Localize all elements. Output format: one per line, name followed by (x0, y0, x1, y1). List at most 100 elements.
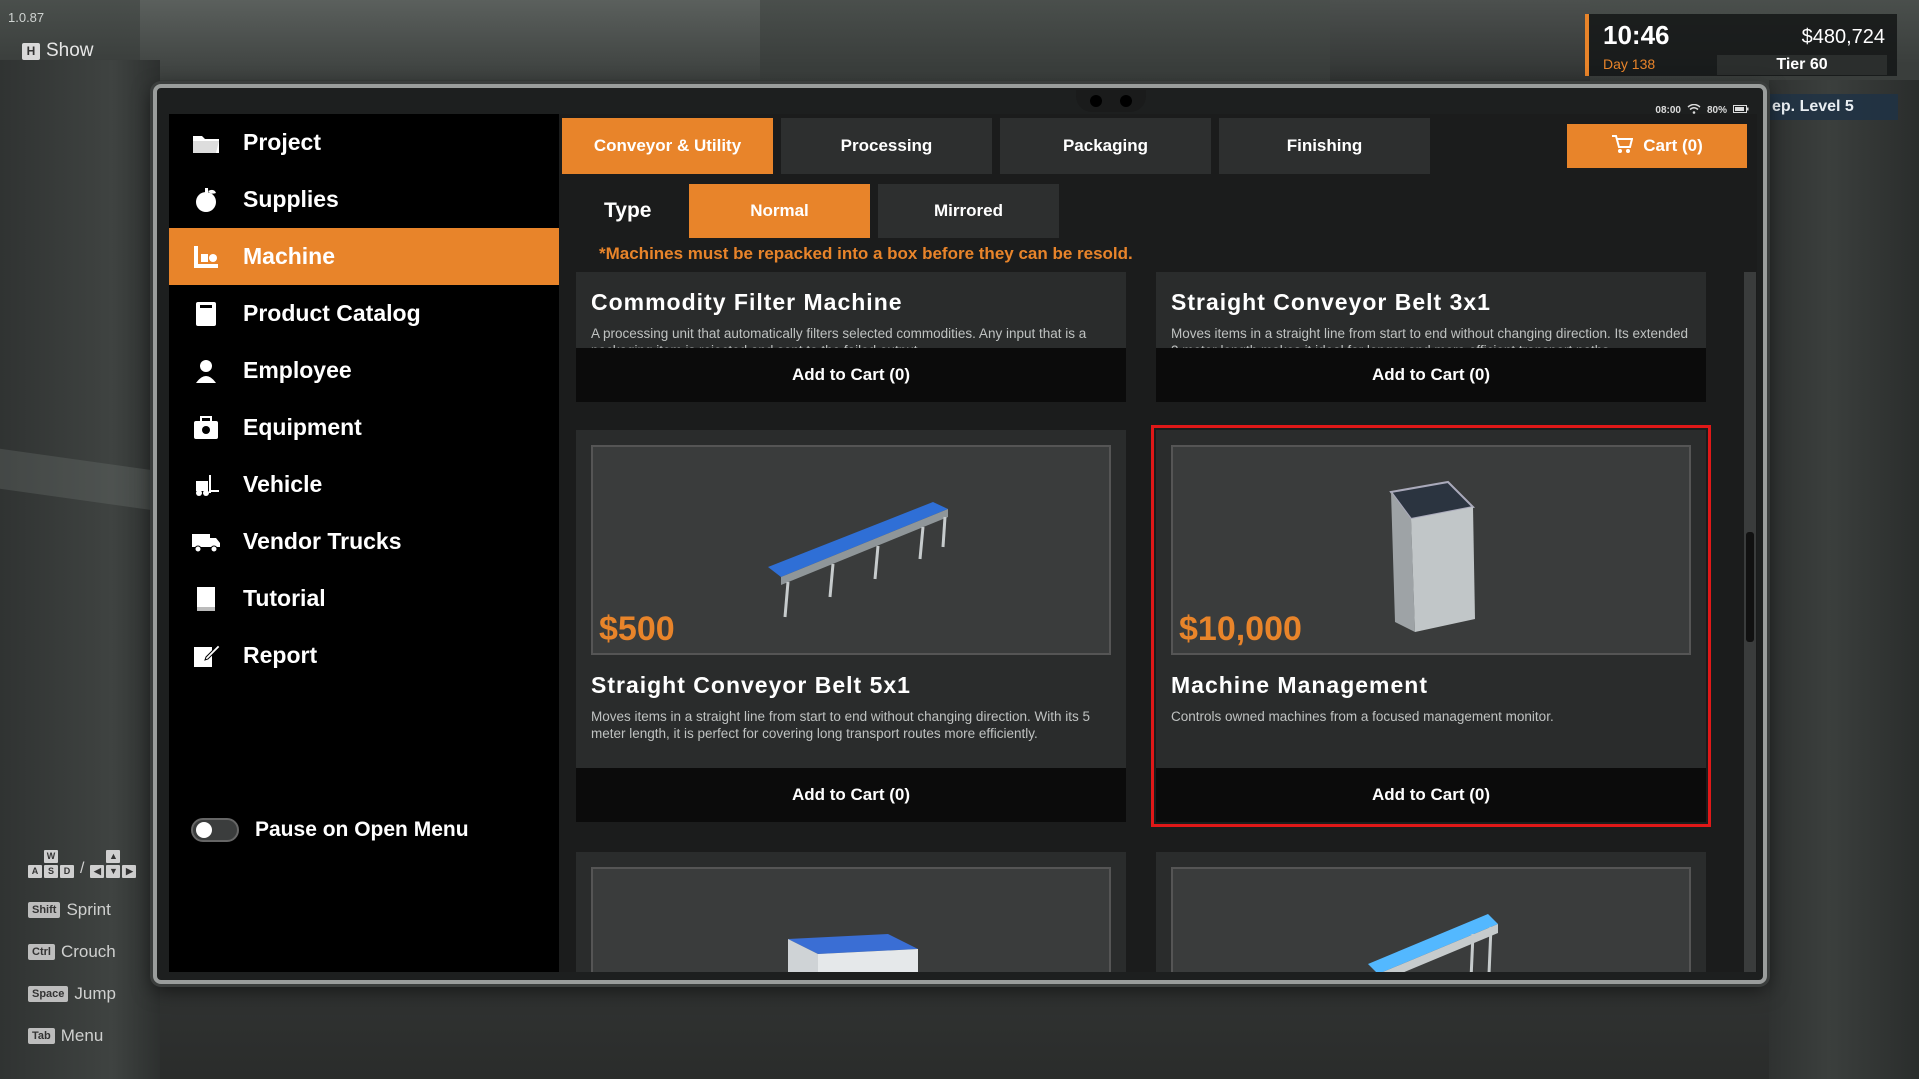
show-hud-toggle[interactable]: H Show (22, 40, 94, 62)
pause-label: Pause on Open Menu (255, 818, 469, 841)
sidebar-item-label: Employee (243, 357, 352, 383)
product-preview: $10,000 (1171, 445, 1691, 655)
apple-icon (191, 185, 221, 215)
sidebar-item-product-catalog[interactable]: Product Catalog (169, 285, 559, 342)
camera-notch (1076, 90, 1146, 112)
product-title: Straight Conveyor Belt 3x1 (1171, 289, 1491, 315)
type-mirrored-button[interactable]: Mirrored (878, 184, 1059, 238)
arrow-right-icon: ▶ (122, 865, 137, 878)
control-label: Sprint (66, 900, 111, 919)
sidebar-nav: Project Supplies Machine Product Catalog… (169, 114, 559, 972)
product-price: $10,000 (1179, 610, 1302, 648)
time-money-panel: 10:46 Day 138 $480,724 Tier 60 (1585, 14, 1897, 76)
folder-icon (191, 128, 221, 158)
sidebar-item-label: Product Catalog (243, 300, 421, 326)
control-row: Tab Menu (28, 1026, 116, 1046)
sidebar-item-label: Vehicle (243, 471, 323, 497)
key-w: W (44, 850, 58, 863)
day-counter: Day 138 (1603, 56, 1656, 72)
money-balance: $480,724 (1801, 26, 1885, 48)
key-s: S (44, 865, 58, 878)
product-price: $500 (599, 610, 675, 648)
sidebar-item-supplies[interactable]: Supplies (169, 171, 559, 228)
product-grid-scrollbar[interactable] (1744, 272, 1756, 972)
keycap: Space (28, 986, 69, 1002)
show-label: Show (46, 40, 94, 61)
reputation-level: ep. Level 5 (1770, 94, 1898, 120)
tab-processing[interactable]: Processing (781, 118, 992, 174)
warehouse-shelf (1330, 0, 1590, 90)
cart-label: Cart (0) (1643, 136, 1703, 155)
person-icon (191, 356, 221, 386)
product-title: Machine Management (1171, 672, 1428, 698)
key-d: D (60, 865, 74, 878)
keycap: Ctrl (28, 944, 55, 960)
add-to-cart-button[interactable]: Add to Cart (0) (576, 348, 1126, 402)
keycap: Shift (28, 902, 61, 918)
controls-hint: Shift Sprint Ctrl Crouch Space Jump Tab Menu (28, 900, 116, 1068)
product-card (576, 852, 1126, 972)
wasd-keys: W A S D (28, 850, 74, 878)
add-to-cart-button[interactable]: Add to Cart (0) (1156, 768, 1706, 822)
product-card-selected[interactable]: $10,000 Machine Management Controls owne… (1151, 425, 1711, 827)
sidebar-item-machine[interactable]: Machine (169, 228, 559, 285)
product-description: Moves items in a straight line from star… (591, 709, 1090, 741)
control-row: Space Jump (28, 984, 116, 1004)
sidebar-item-vendor-trucks[interactable]: Vendor Trucks (169, 513, 559, 570)
cart-icon (1611, 134, 1634, 159)
equipment-icon (191, 413, 221, 443)
sidebar-item-report[interactable]: Report (169, 627, 559, 684)
show-keycap: H (22, 42, 40, 60)
sidebar-item-employee[interactable]: Employee (169, 342, 559, 399)
product-card: $500 Straight Conveyor Belt 5x1 Moves it… (576, 430, 1126, 822)
catalog-icon (191, 299, 221, 329)
right-wall (1769, 80, 1919, 1079)
arrow-left-icon: ◀ (90, 865, 105, 878)
pause-toggle-switch[interactable] (191, 818, 239, 842)
version-label: 1.0.87 (8, 10, 45, 25)
sidebar-item-label: Equipment (243, 414, 362, 440)
product-preview (1171, 867, 1691, 972)
product-card (1156, 852, 1706, 972)
scrollbar-thumb[interactable] (1746, 532, 1754, 642)
product-preview (591, 867, 1111, 972)
product-card: Straight Conveyor Belt 3x1 Moves items i… (1156, 272, 1706, 402)
tablet-screen: Project Supplies Machine Product Catalog… (169, 114, 1757, 972)
report-icon (191, 641, 221, 671)
product-title: Straight Conveyor Belt 5x1 (591, 672, 911, 698)
arrow-up-icon: ▲ (106, 850, 121, 863)
sidebar-item-vehicle[interactable]: Vehicle (169, 456, 559, 513)
sidebar-item-label: Supplies (243, 186, 339, 212)
clock-time: 10:46 (1603, 20, 1670, 50)
sidebar-item-label: Project (243, 129, 321, 155)
sidebar-item-label: Machine (243, 243, 336, 269)
product-grid: Commodity Filter Machine A processing un… (561, 272, 1739, 972)
tab-packaging[interactable]: Packaging (1000, 118, 1211, 174)
truck-icon (191, 527, 221, 557)
type-label: Type (604, 199, 652, 222)
add-to-cart-button[interactable]: Add to Cart (0) (1156, 348, 1706, 402)
tab-conveyor-utility[interactable]: Conveyor & Utility (562, 118, 773, 174)
sidebar-item-label: Vendor Trucks (243, 528, 402, 554)
tablet-device: 08:00 80% Project Supplies Machine Produ… (153, 84, 1767, 984)
ceiling-beam (140, 0, 760, 80)
product-preview: $500 (591, 445, 1111, 655)
cart-button[interactable]: Cart (0) (1567, 124, 1747, 168)
sidebar-item-label: Report (243, 642, 318, 668)
pause-on-open-menu: Pause on Open Menu (191, 818, 469, 842)
sidebar-item-tutorial[interactable]: Tutorial (169, 570, 559, 627)
control-row: Shift Sprint (28, 900, 116, 920)
sidebar-item-project[interactable]: Project (169, 114, 559, 171)
sidebar-item-label: Tutorial (243, 585, 326, 611)
product-title: Commodity Filter Machine (591, 289, 903, 315)
product-description: Controls owned machines from a focused m… (1171, 709, 1554, 724)
machine-icon (191, 242, 221, 272)
keycap: Tab (28, 1028, 55, 1044)
machine-preview-image (788, 934, 918, 972)
control-label: Jump (74, 984, 116, 1003)
add-to-cart-button[interactable]: Add to Cart (0) (576, 768, 1126, 822)
control-label: Menu (60, 1026, 104, 1045)
tab-finishing[interactable]: Finishing (1219, 118, 1430, 174)
type-normal-button[interactable]: Normal (689, 184, 870, 238)
sidebar-item-equipment[interactable]: Equipment (169, 399, 559, 456)
